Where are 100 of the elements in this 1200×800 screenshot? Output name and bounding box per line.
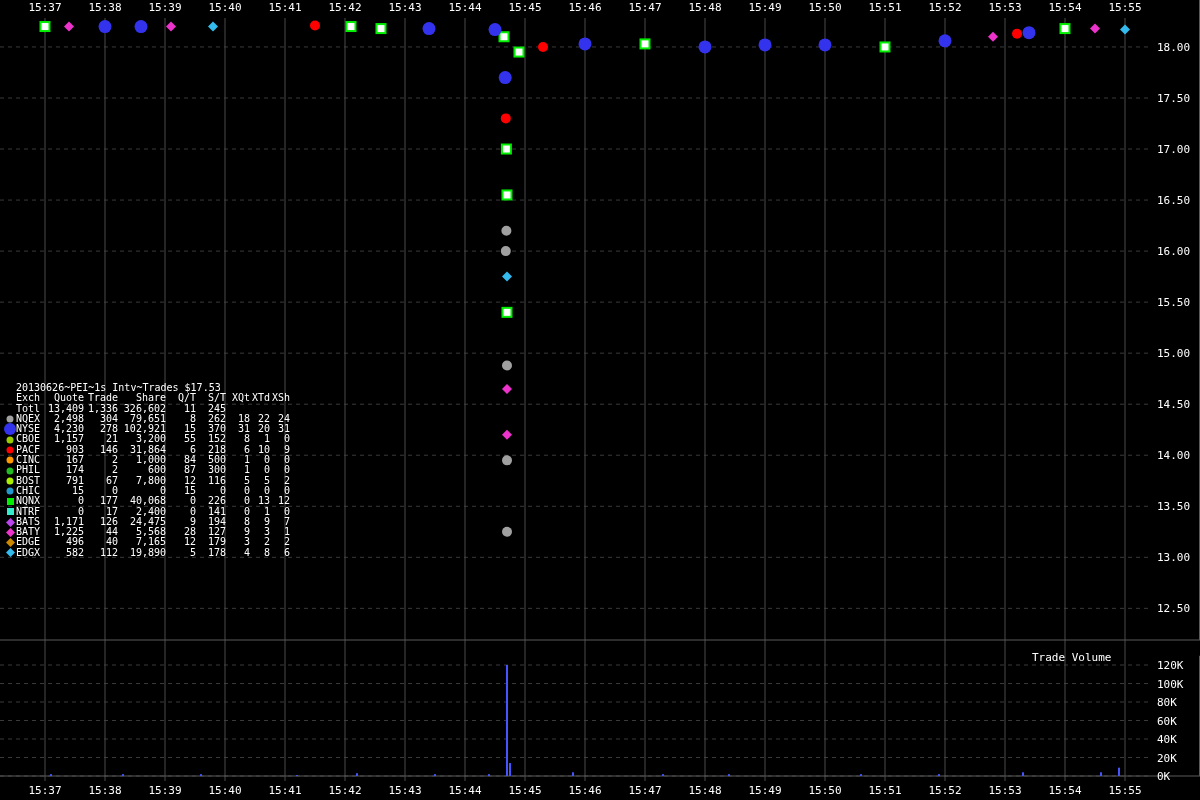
legend-cell-text: 1: [262, 506, 270, 517]
legend-cell-text: 112: [98, 547, 118, 559]
legend-cell-text: 178: [206, 547, 226, 559]
time-label: 15:39: [148, 784, 182, 797]
legend-cell-text: 6: [282, 547, 290, 559]
legend-cell: 13,409: [46, 403, 84, 414]
legend-cell-text: 8: [242, 516, 250, 527]
legend-cell-text: 152: [206, 434, 226, 445]
legend-cell-text: 1,225: [52, 527, 84, 538]
legend-cell-text: 0: [282, 485, 290, 496]
legend-cell-text: 0: [76, 506, 84, 517]
legend-cell-text: 19,890: [128, 547, 166, 559]
legend-cell-text: 245: [206, 403, 226, 414]
column-header: Share: [134, 393, 166, 404]
legend-cell-text: NQNX: [16, 496, 42, 507]
legend-cell-text: 496: [65, 537, 84, 548]
legend-cell-text: 0: [110, 485, 118, 496]
legend-cell-text: 0: [242, 485, 250, 496]
legend-cell-text: 167: [64, 455, 84, 466]
volume-label: 120K: [1157, 659, 1184, 672]
legend-cell-text: 31,864: [128, 444, 166, 456]
time-label: 15:52: [928, 784, 962, 797]
legend-cell-text: BATY: [16, 527, 42, 538]
time-label: 15:44: [448, 1, 482, 14]
legend-cell-text: 9: [188, 516, 196, 527]
legend-cell-text: 2: [110, 455, 118, 466]
time-label: 15:45: [508, 1, 542, 14]
legend-cell-text: 55: [182, 434, 196, 445]
time-label: 15:48: [688, 784, 722, 797]
legend-cell-text: 0: [282, 506, 290, 517]
legend-cell-text: 87: [182, 465, 196, 476]
legend-cell-text: 24: [276, 413, 290, 424]
legend-cell-text: 84: [182, 455, 196, 466]
legend-cell-text: 12: [182, 475, 196, 486]
column-header: S/T: [207, 393, 226, 404]
time-label: 15:54: [1048, 784, 1082, 797]
legend-cell-text: BOST: [16, 475, 42, 486]
time-label: 15:37: [28, 1, 62, 14]
column-header: Quote: [52, 393, 84, 404]
price-label: 13.50: [1157, 500, 1191, 514]
legend-cell-text: 7: [282, 516, 290, 527]
legend-cell-text: 146: [98, 444, 118, 455]
legend-cell-text: EDGX: [16, 547, 42, 559]
time-label: 15:44: [448, 784, 482, 797]
legend-cell-text: 18: [236, 413, 250, 424]
legend-cell-text: 0: [242, 496, 250, 507]
time-label: 15:46: [568, 784, 602, 797]
time-label: 15:41: [268, 1, 302, 14]
legend-cell-text: 177: [98, 496, 118, 507]
legend-title: 20130626~PEI~1s Intv~Trades $17.53: [15, 383, 222, 394]
time-label: 15:51: [868, 784, 902, 797]
legend-cell-text: 4,230: [52, 424, 84, 435]
legend-cell-text: 7,165: [134, 537, 166, 548]
legend-cell-text: 0: [242, 506, 250, 517]
column-header: XQt: [230, 393, 250, 404]
legend-cell-text: PACF: [16, 444, 42, 455]
legend-cell-text: 1,157: [52, 434, 84, 445]
legend-cell-text: PHIL: [16, 465, 42, 476]
chart-title: Trade Volume: [1032, 651, 1112, 664]
time-label: 15:55: [1108, 1, 1142, 14]
price-label: 16.50: [1157, 194, 1191, 208]
legend-cell-text: 791: [64, 475, 84, 486]
legend-cell-text: CBOE: [16, 434, 42, 445]
legend-cell-text: 903: [64, 444, 84, 455]
time-label: 15:54: [1048, 1, 1082, 14]
legend-cell-text: 15: [70, 485, 84, 496]
legend-cell-text: 0: [282, 455, 290, 466]
time-label: 15:50: [808, 784, 842, 797]
legend-cell-text: 126: [98, 516, 118, 527]
legend-cell-text: 40,068: [128, 496, 166, 507]
legend-cell-text: 0: [282, 465, 290, 476]
legend-cell-text: 8: [188, 413, 196, 424]
column-header: XSh: [270, 393, 290, 404]
legend-cell-text: 79,651: [129, 413, 166, 425]
legend-cell-text: 1: [242, 455, 250, 466]
legend-cell-text: 226: [206, 496, 226, 507]
legend-cell-text: 1: [262, 434, 270, 445]
legend-cell-text: 179: [206, 537, 226, 548]
legend-cell-text: 28: [182, 527, 196, 538]
price-label: 17.00: [1157, 143, 1191, 157]
legend-cell-text: 1,171: [52, 516, 84, 528]
legend-cell-text: 2: [262, 537, 270, 548]
legend-cell-text: BATS: [16, 516, 42, 527]
column-header: Q/T: [176, 393, 196, 404]
legend-cell-text: 9: [282, 444, 290, 455]
legend-cell-text: 44: [104, 527, 118, 538]
legend-cell-text: 24,475: [128, 516, 166, 528]
legend-cell-text: 21: [104, 434, 118, 445]
legend-cell-text: 3: [242, 537, 250, 548]
column-header: XTd: [250, 393, 270, 404]
legend-cell-text: 0: [218, 485, 226, 496]
legend-cell-text: 5: [262, 475, 270, 486]
volume-label: 20K: [1157, 751, 1177, 765]
legend-cell-text: 0: [188, 496, 196, 507]
legend-cell-text: 326,602: [122, 403, 166, 414]
price-label: 14.50: [1157, 398, 1191, 412]
legend-cell-text: 1,000: [135, 455, 166, 466]
legend-cell-text: 500: [206, 455, 226, 466]
legend-cell-text: 300: [206, 465, 226, 476]
legend-cell-text: 6: [188, 444, 196, 455]
